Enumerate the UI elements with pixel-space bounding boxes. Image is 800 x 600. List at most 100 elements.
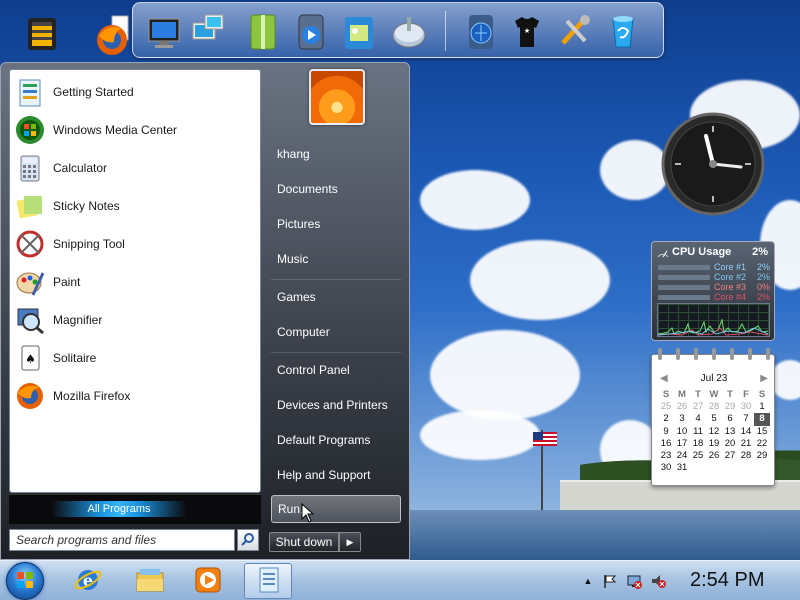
shutdown-button[interactable]: Shut down: [269, 532, 339, 552]
calendar-next-button[interactable]: ▶: [760, 373, 768, 384]
program-item-calculator[interactable]: Calculator: [12, 150, 258, 186]
program-item-paint[interactable]: Paint: [12, 264, 258, 300]
calendar-day[interactable]: 11: [690, 426, 706, 438]
calendar-prev-button[interactable]: ◀: [660, 373, 668, 384]
calendar-day[interactable]: 17: [674, 438, 690, 450]
right-item-control-panel[interactable]: Control Panel: [271, 357, 401, 383]
calendar-day[interactable]: 6: [722, 413, 738, 425]
media-player-icon[interactable]: [291, 9, 331, 53]
volume-muted-icon[interactable]: [650, 573, 666, 589]
media-globe-icon[interactable]: [461, 9, 501, 53]
right-item-documents[interactable]: Documents: [271, 176, 401, 202]
right-item-computer[interactable]: Computer: [271, 319, 401, 345]
calendar-day[interactable]: 21: [738, 438, 754, 450]
calendar-day[interactable]: 29: [754, 450, 770, 462]
windows-explorer-icon: [134, 565, 166, 598]
calendar-day[interactable]: 29: [722, 401, 738, 413]
media-shelf-icon[interactable]: [22, 10, 62, 54]
program-list: Getting Started Windows Media Center Cal…: [9, 69, 261, 493]
calendar-day[interactable]: 4: [690, 413, 706, 425]
calendar-day[interactable]: 3: [674, 413, 690, 425]
start-button[interactable]: [6, 562, 44, 600]
calendar-day[interactable]: 10: [674, 426, 690, 438]
cpu-core-row: Core #2 2%: [658, 272, 770, 282]
show-hidden-icons-button[interactable]: ▲: [580, 573, 596, 589]
core-value: 2%: [756, 272, 770, 282]
cpu-usage-gadget[interactable]: CPU Usage 2% Core #1 2% Core #2 2% Core …: [651, 241, 775, 341]
firefox-icon[interactable]: [94, 14, 134, 58]
calendar-day[interactable]: 27: [690, 401, 706, 413]
taskbar-clock[interactable]: 2:54 PM: [690, 569, 764, 592]
program-item-mozilla-firefox[interactable]: Mozilla Firefox: [12, 378, 258, 414]
calendar-day[interactable]: 19: [706, 438, 722, 450]
core-value: 0%: [756, 282, 770, 292]
user-avatar[interactable]: [309, 69, 365, 125]
firefox-icon: [12, 378, 48, 414]
clock-gadget[interactable]: [651, 112, 775, 216]
calendar-day[interactable]: 18: [690, 438, 706, 450]
right-item-default-programs[interactable]: Default Programs: [271, 427, 401, 453]
program-item-windows-media-center[interactable]: Windows Media Center: [12, 112, 258, 148]
svg-text:★: ★: [524, 27, 530, 35]
program-item-solitaire[interactable]: ♠ Solitaire: [12, 340, 258, 376]
recycle-bin-icon[interactable]: [603, 9, 643, 53]
right-item-user[interactable]: khang: [271, 141, 401, 167]
computer-icon[interactable]: [145, 9, 185, 53]
calendar-day[interactable]: 23: [658, 450, 674, 462]
calendar-today[interactable]: 8: [754, 413, 770, 426]
network-icon[interactable]: [626, 573, 642, 589]
calendar-day[interactable]: 25: [690, 450, 706, 462]
search-input[interactable]: Search programs and files: [9, 529, 235, 551]
calendar-day[interactable]: 30: [738, 401, 754, 413]
calendar-day[interactable]: 20: [722, 438, 738, 450]
calendar-day[interactable]: 5: [706, 413, 722, 425]
tshirt-icon[interactable]: ★: [507, 9, 547, 53]
calendar-day[interactable]: 31: [674, 462, 690, 474]
action-center-icon[interactable]: [602, 573, 618, 589]
calendar-day[interactable]: 9: [658, 426, 674, 438]
tools-icon[interactable]: [555, 9, 595, 53]
right-item-pictures[interactable]: Pictures: [271, 211, 401, 237]
calendar-day[interactable]: 7: [738, 413, 754, 425]
all-programs-button[interactable]: All Programs: [51, 501, 187, 517]
calendar-day[interactable]: 27: [722, 450, 738, 462]
calendar-day[interactable]: 2: [658, 413, 674, 425]
calendar-day[interactable]: 26: [674, 401, 690, 413]
calendar-day[interactable]: 16: [658, 438, 674, 450]
pictures-folder-icon[interactable]: [339, 9, 379, 53]
taskbar-windows-explorer[interactable]: [126, 563, 174, 599]
taskbar-media-player[interactable]: [184, 563, 232, 599]
program-item-magnifier[interactable]: Magnifier: [12, 302, 258, 338]
calendar-day[interactable]: 13: [722, 426, 738, 438]
calendar-day[interactable]: 1: [754, 401, 770, 413]
calendar-day[interactable]: 26: [706, 450, 722, 462]
right-item-music[interactable]: Music: [271, 246, 401, 272]
calendar-gadget[interactable]: ◀ Jul 23 ▶ S M T W T F S 25 26 27 28 29 …: [651, 348, 775, 486]
program-item-snipping-tool[interactable]: Snipping Tool: [12, 226, 258, 262]
zip-folder-icon[interactable]: [243, 9, 283, 53]
network-icon[interactable]: [187, 9, 227, 53]
calendar-day[interactable]: 14: [738, 426, 754, 438]
taskbar-active-app[interactable]: [244, 563, 292, 599]
calendar-day[interactable]: 25: [658, 401, 674, 413]
calendar-day[interactable]: 22: [754, 438, 770, 450]
svg-text:♠: ♠: [25, 352, 36, 366]
taskbar-internet-explorer[interactable]: e: [64, 563, 112, 599]
calendar-day[interactable]: 28: [738, 450, 754, 462]
program-item-sticky-notes[interactable]: Sticky Notes: [12, 188, 258, 224]
calendar-day[interactable]: 24: [674, 450, 690, 462]
right-item-games[interactable]: Games: [271, 284, 401, 310]
search-button[interactable]: [237, 529, 259, 551]
calendar-day[interactable]: 12: [706, 426, 722, 438]
right-item-devices-and-printers[interactable]: Devices and Printers: [271, 392, 401, 418]
program-label: Windows Media Center: [53, 123, 178, 137]
calendar-day[interactable]: 30: [658, 462, 674, 474]
cpu-total: 2%: [752, 246, 768, 258]
calendar-day[interactable]: 15: [754, 426, 770, 438]
right-item-run[interactable]: Run...: [271, 495, 401, 523]
calendar-day[interactable]: 28: [706, 401, 722, 413]
shutdown-options-button[interactable]: ▶: [339, 532, 361, 552]
right-item-help-and-support[interactable]: Help and Support: [271, 462, 401, 488]
program-item-getting-started[interactable]: Getting Started: [12, 74, 258, 110]
disk-icon[interactable]: [389, 9, 429, 53]
